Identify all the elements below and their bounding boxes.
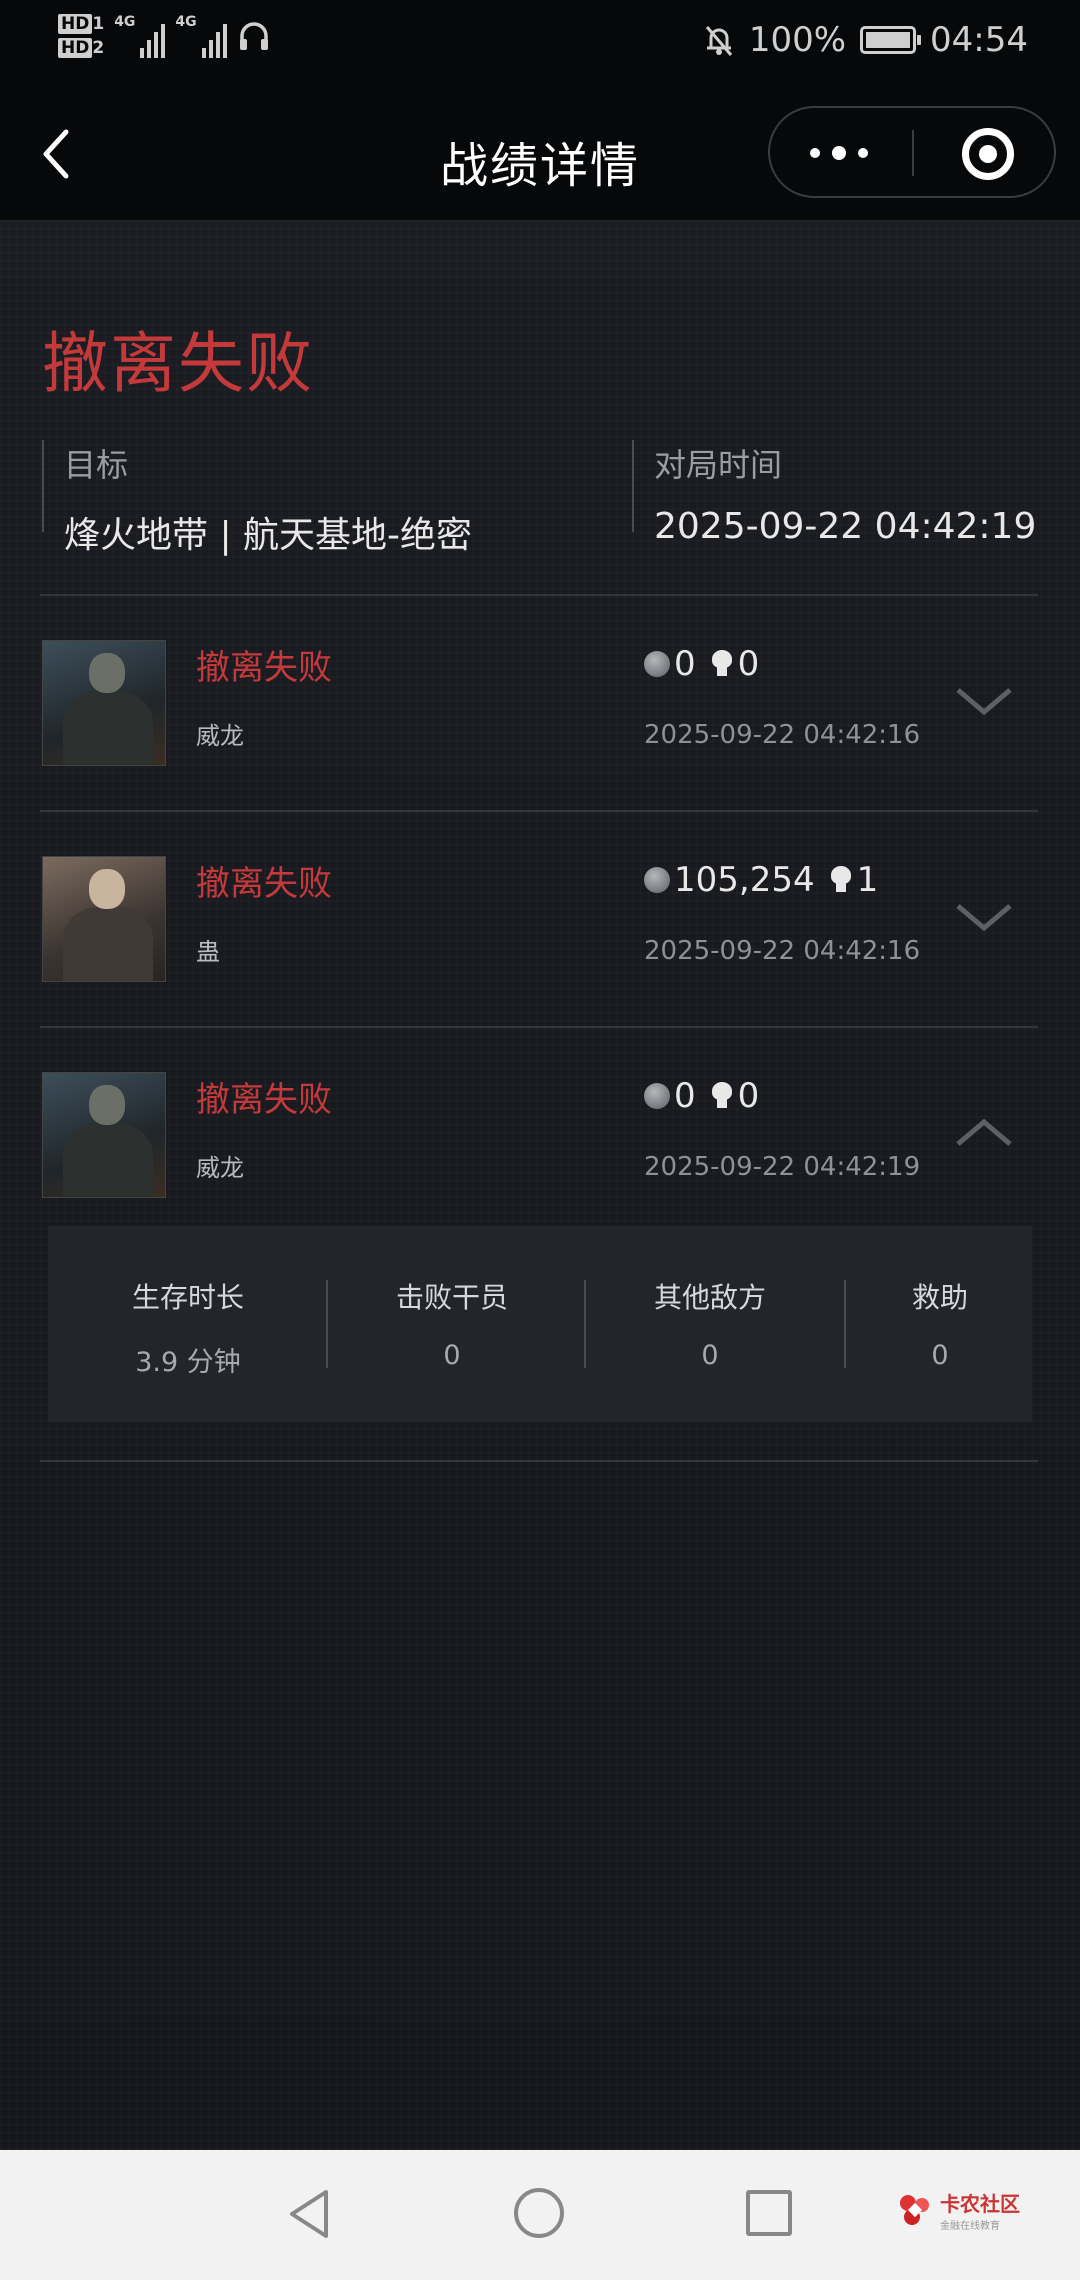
divider: [40, 1460, 1038, 1462]
detail-label: 击败干员: [395, 1281, 508, 1314]
nav-back-icon[interactable]: [286, 2188, 332, 2240]
player-money: 0: [674, 644, 696, 684]
signal-2-icon: 4G: [175, 14, 227, 58]
detail-value: 3.9 分钟: [135, 1347, 241, 1378]
player-kills: 1: [856, 860, 879, 900]
signal-1-icon: 4G: [114, 14, 166, 58]
match-time-block: 对局时间 2025-09-22 04:42:19: [632, 440, 1036, 547]
system-nav-bar: 卡农社区 金融在线教育: [0, 2150, 1080, 2280]
player-stats: 0 0: [644, 644, 759, 684]
detail-label: 生存时长: [131, 1281, 244, 1314]
player-status: 撤离失败: [196, 864, 332, 904]
player-status: 撤离失败: [196, 648, 332, 688]
player-money: 105,254: [674, 860, 815, 900]
detail-survival: 生存时长 3.9 分钟: [88, 1276, 288, 1379]
detail-kills: 击败干员 0: [342, 1276, 562, 1371]
player-avatar: [42, 1072, 166, 1198]
player-row[interactable]: 撤离失败 威龙 0 0 2025-09-22 04:42:16: [40, 638, 1038, 784]
more-dots-icon[interactable]: [810, 146, 868, 160]
chevron-down-icon[interactable]: [954, 680, 1014, 720]
miniapp-capsule: [768, 106, 1056, 198]
player-money: 0: [674, 1076, 696, 1116]
target-block: 目标 烽火地带 | 航天基地-绝密: [42, 440, 472, 556]
detail-label: 其他敌方: [653, 1281, 766, 1314]
nav-recent-icon[interactable]: [746, 2190, 792, 2236]
detail-value: 0: [443, 1340, 461, 1371]
skull-icon: [710, 1082, 734, 1110]
content: 撤离失败 目标 烽火地带 | 航天基地-绝密 对局时间 2025-09-22 0…: [0, 220, 1080, 2150]
target-label: 目标: [64, 446, 129, 484]
match-time-label: 对局时间: [654, 446, 783, 484]
player-time: 2025-09-22 04:42:16: [644, 720, 921, 750]
logo-sub-text: 金融在线教育: [940, 2221, 1000, 2232]
net2-label: 4G: [175, 14, 197, 30]
player-kills: 0: [737, 1076, 760, 1116]
skull-icon: [829, 866, 853, 894]
status-bar: HD 1 HD 2 4G 4G 100% 04:54: [0, 0, 1080, 90]
watermark-logo: 卡农社区 金融在线教育: [898, 2188, 1020, 2232]
network-indicators: HD 1 HD 2 4G 4G: [58, 14, 271, 58]
bell-muted-icon: [705, 26, 732, 56]
player-row[interactable]: 撤离失败 威龙 0 0 2025-09-22 04:42:19: [40, 1070, 1038, 1216]
coin-icon: [644, 1083, 670, 1109]
player-kills: 0: [737, 644, 760, 684]
target-value: 烽火地带 | 航天基地-绝密: [64, 515, 473, 556]
detail-value: 0: [931, 1340, 949, 1371]
player-name: 威龙: [196, 722, 244, 750]
battery-icon: [860, 26, 922, 54]
skull-icon: [710, 650, 734, 678]
player-name: 蛊: [196, 938, 220, 966]
coin-icon: [644, 867, 670, 893]
player-status: 撤离失败: [196, 1080, 332, 1120]
clock: 04:54: [930, 20, 1028, 60]
net1-label: 4G: [114, 14, 136, 30]
logo-icon: [900, 2195, 929, 2225]
detail-separator: [584, 1280, 586, 1368]
player-avatar: [42, 856, 166, 982]
status-right: 100% 04:54: [703, 20, 1028, 60]
chevron-up-icon[interactable]: [954, 1112, 1014, 1152]
hd2-badge: HD: [58, 38, 93, 58]
player-time: 2025-09-22 04:42:19: [644, 1152, 921, 1182]
capsule-divider: [912, 130, 914, 176]
coin-icon: [644, 651, 670, 677]
nav-home-icon[interactable]: [514, 2188, 564, 2238]
divider: [40, 1026, 1038, 1028]
player-avatar: [42, 640, 166, 766]
player-name: 威龙: [196, 1154, 244, 1182]
detail-separator: [844, 1280, 846, 1368]
logo-main-text: 卡农社区: [940, 2192, 1020, 2216]
detail-other-enemies: 其他敌方 0: [600, 1276, 820, 1371]
detail-value: 0: [701, 1340, 719, 1371]
hd-indicators: HD 1 HD 2: [58, 14, 104, 58]
divider: [40, 594, 1038, 596]
chevron-down-icon[interactable]: [954, 896, 1014, 936]
player-row[interactable]: 撤离失败 蛊 105,254 1 2025-09-22 04:42:16: [40, 854, 1038, 1000]
battery-fill: [866, 32, 911, 48]
player-detail-panel: 生存时长 3.9 分钟 击败干员 0 其他敌方 0 救助 0: [48, 1226, 1032, 1422]
detail-separator: [326, 1280, 328, 1368]
hd1-sub: 1: [92, 14, 105, 34]
player-stats: 0 0: [644, 1076, 759, 1116]
battery-percent: 100%: [748, 20, 847, 60]
player-stats: 105,254 1: [644, 860, 878, 900]
headphones-icon: [239, 22, 268, 50]
match-time-value: 2025-09-22 04:42:19: [654, 506, 1037, 547]
close-target-icon[interactable]: [962, 128, 1014, 180]
detail-label: 救助: [911, 1281, 968, 1314]
detail-assists: 救助 0: [860, 1276, 1020, 1371]
player-time: 2025-09-22 04:42:16: [644, 936, 921, 966]
hd1-badge: HD: [58, 14, 93, 34]
hd2-sub: 2: [92, 38, 105, 58]
title-bar: 战绩详情: [0, 90, 1080, 220]
divider: [40, 810, 1038, 812]
match-result: 撤离失败: [42, 325, 314, 402]
